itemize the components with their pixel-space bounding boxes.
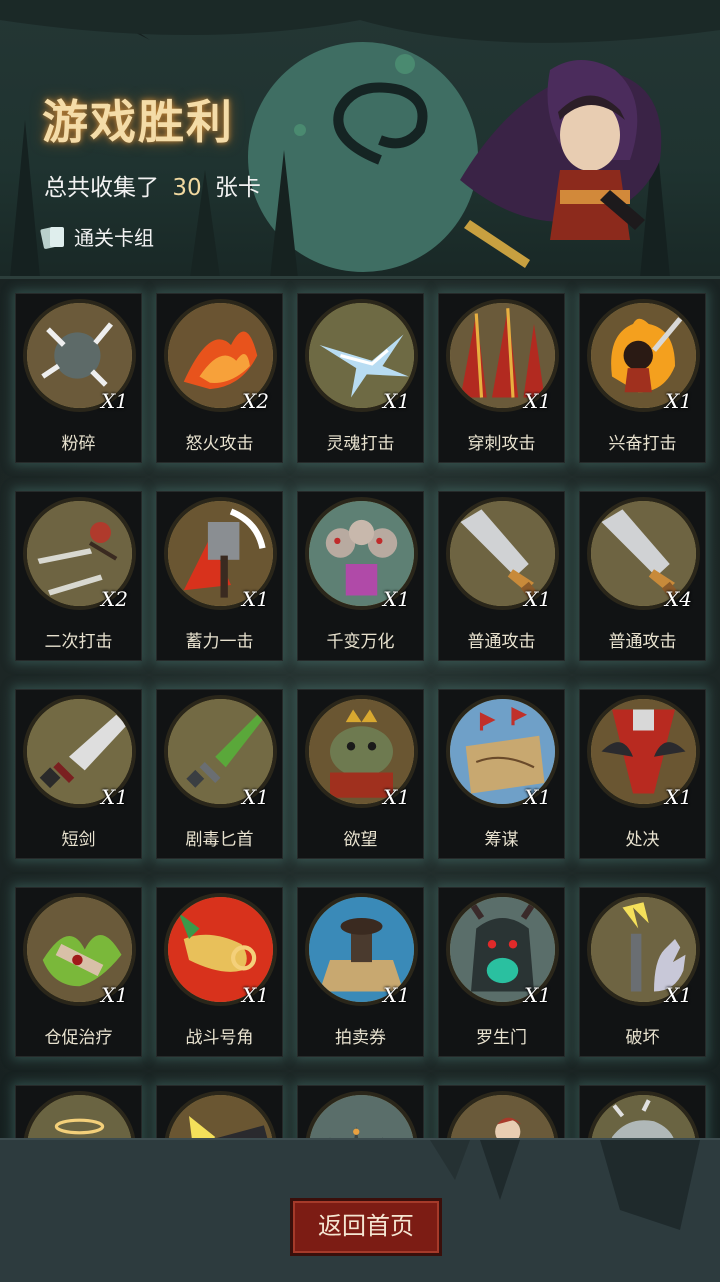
card-item[interactable] [579, 1085, 706, 1140]
card-item[interactable] [438, 1085, 565, 1140]
card-item[interactable]: X2 怒火攻击 [156, 293, 283, 463]
card-name: 二次打击 [44, 632, 113, 652]
halo-icon [23, 1091, 136, 1140]
final-deck-label: 通关卡组 [74, 226, 154, 250]
card-item[interactable]: X1 处决 [579, 689, 706, 859]
card-name: 剧毒匕首 [185, 830, 254, 850]
collected-prefix: 总共收集了 [44, 175, 159, 201]
card-count: X1 [524, 587, 551, 611]
card-item[interactable]: X1 灵魂打击 [297, 293, 424, 463]
card-item[interactable]: X1 粉碎 [15, 293, 142, 463]
card-item[interactable]: X1 兴奋打击 [579, 293, 706, 463]
card-item[interactable] [297, 1085, 424, 1140]
card-name: 筹谋 [484, 830, 519, 850]
card-item[interactable]: X1 战斗号角 [156, 887, 283, 1057]
card-name: 千变万化 [326, 632, 395, 652]
card-name: 处决 [625, 830, 660, 850]
card-count: X4 [665, 587, 692, 611]
card-name: 拍卖券 [335, 1028, 386, 1048]
card-name: 普通攻击 [608, 632, 677, 652]
archer-icon [446, 1091, 559, 1140]
card-name: 破坏 [625, 1028, 660, 1048]
card-count: X1 [665, 389, 692, 413]
victory-title: 游戏胜利 [42, 95, 234, 149]
card-item[interactable]: X1 短剑 [15, 689, 142, 859]
victory-header: 游戏胜利 总共收集了 30 张卡 通关卡组 [0, 0, 720, 278]
final-deck-button[interactable]: 通关卡组 [40, 222, 154, 251]
card-count: X2 [242, 389, 269, 413]
card-item[interactable]: X1 欲望 [297, 689, 424, 859]
collected-suffix: 张卡 [214, 175, 261, 201]
collected-count: 30 [172, 175, 202, 201]
card-count: X1 [383, 587, 410, 611]
card-count: X1 [242, 983, 269, 1007]
card-count: X1 [665, 785, 692, 809]
card-count: X1 [383, 785, 410, 809]
card-count: X1 [524, 785, 551, 809]
card-count: X1 [242, 587, 269, 611]
card-collection-grid: X1 粉碎 X2 怒火攻击 X1 灵魂打击 X1 穿刺攻击 X1 兴奋打击 X2 二次打击 X1 蓄力一击… [0, 280, 720, 1140]
card-item[interactable]: X1 破坏 [579, 887, 706, 1057]
card-item[interactable]: X1 筹谋 [438, 689, 565, 859]
card-name: 兴奋打击 [608, 434, 677, 454]
hooded-hero-illustration [460, 60, 662, 268]
cards-icon [40, 226, 64, 249]
card-name: 怒火攻击 [185, 434, 254, 454]
stone-icon [587, 1091, 700, 1140]
card-item[interactable] [15, 1085, 142, 1140]
card-name: 仓促治疗 [44, 1028, 113, 1048]
card-item[interactable] [156, 1085, 283, 1140]
card-count: X1 [383, 389, 410, 413]
card-item[interactable]: X1 拍卖券 [297, 887, 424, 1057]
card-count: X1 [101, 389, 128, 413]
card-count: X1 [665, 983, 692, 1007]
card-item[interactable]: X1 千变万化 [297, 491, 424, 661]
card-count: X1 [101, 983, 128, 1007]
header-divider [0, 276, 720, 279]
card-item[interactable]: X1 剧毒匕首 [156, 689, 283, 859]
card-item[interactable]: X1 普通攻击 [438, 491, 565, 661]
card-name: 短剑 [61, 830, 96, 850]
card-name: 普通攻击 [467, 632, 536, 652]
card-name: 穿刺攻击 [467, 434, 536, 454]
hooded-crowd-icon [305, 1091, 418, 1140]
card-count: X2 [101, 587, 128, 611]
card-count: X1 [101, 785, 128, 809]
return-home-button[interactable]: 返回首页 [290, 1198, 442, 1256]
card-name: 灵魂打击 [326, 434, 395, 454]
card-item[interactable]: X1 仓促治疗 [15, 887, 142, 1057]
card-item[interactable]: X2 二次打击 [15, 491, 142, 661]
card-item[interactable]: X1 穿刺攻击 [438, 293, 565, 463]
card-count: X1 [524, 983, 551, 1007]
card-count: X1 [383, 983, 410, 1007]
card-name: 战斗号角 [185, 1028, 254, 1048]
card-item[interactable]: X1 罗生门 [438, 887, 565, 1057]
card-name: 罗生门 [476, 1028, 527, 1048]
card-count: X1 [242, 785, 269, 809]
hammer-strike-icon [164, 1091, 277, 1140]
cards-collected-text: 总共收集了 30 张卡 [44, 168, 261, 202]
card-item[interactable]: X1 蓄力一击 [156, 491, 283, 661]
card-name: 粉碎 [61, 434, 96, 454]
card-name: 欲望 [343, 830, 378, 850]
card-count: X1 [524, 389, 551, 413]
card-item[interactable]: X4 普通攻击 [579, 491, 706, 661]
card-name: 蓄力一击 [185, 632, 254, 652]
